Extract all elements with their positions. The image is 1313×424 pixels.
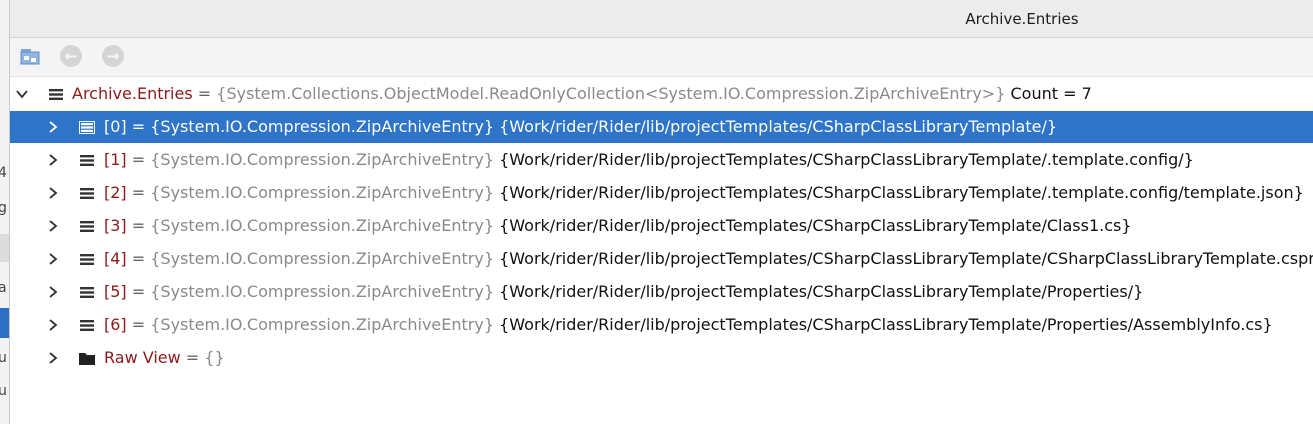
popup-title: Archive.Entries bbox=[965, 10, 1079, 28]
forward-button[interactable]: → bbox=[100, 43, 126, 69]
entry-label: [6] = {System.IO.Compression.ZipArchiveE… bbox=[104, 315, 1273, 334]
chevron-right-icon[interactable] bbox=[46, 252, 60, 266]
chevron-down-icon[interactable] bbox=[15, 87, 29, 101]
entry-label: [2] = {System.IO.Compression.ZipArchiveE… bbox=[104, 183, 1304, 202]
chevron-right-icon[interactable] bbox=[46, 120, 60, 134]
tree-entry-row[interactable]: [2] = {System.IO.Compression.ZipArchiveE… bbox=[10, 177, 1313, 209]
popup-toolbar: ← → bbox=[10, 38, 1313, 77]
entry-label: [4] = {System.IO.Compression.ZipArchiveE… bbox=[104, 249, 1313, 268]
field-icon bbox=[49, 89, 63, 100]
folder-tree-icon bbox=[20, 49, 40, 65]
field-icon bbox=[80, 221, 94, 232]
field-icon bbox=[80, 287, 94, 298]
chevron-right-icon[interactable] bbox=[46, 351, 60, 365]
field-icon bbox=[80, 155, 94, 166]
tree-entry-row[interactable]: [1] = {System.IO.Compression.ZipArchiveE… bbox=[10, 144, 1313, 176]
entry-label: [3] = {System.IO.Compression.ZipArchiveE… bbox=[104, 216, 1132, 235]
tree-entry-row[interactable]: [6] = {System.IO.Compression.ZipArchiveE… bbox=[10, 309, 1313, 341]
chevron-right-icon[interactable] bbox=[46, 153, 60, 167]
quick-watch-popup: Archive.Entries ← → Archive.Entries = {S… bbox=[9, 0, 1313, 424]
field-icon bbox=[80, 188, 94, 199]
tree-entry-row[interactable]: [5] = {System.IO.Compression.ZipArchiveE… bbox=[10, 276, 1313, 308]
tree-entry-row[interactable]: [3] = {System.IO.Compression.ZipArchiveE… bbox=[10, 210, 1313, 242]
field-icon bbox=[80, 320, 94, 331]
popup-titlebar[interactable]: Archive.Entries bbox=[10, 0, 1313, 38]
chevron-right-icon[interactable] bbox=[46, 318, 60, 332]
tree-raw-view-row[interactable]: Raw View = {} bbox=[10, 342, 1313, 374]
chevron-right-icon[interactable] bbox=[46, 219, 60, 233]
forward-icon: → bbox=[102, 45, 124, 67]
chevron-right-icon[interactable] bbox=[46, 186, 60, 200]
field-icon bbox=[80, 254, 94, 265]
tree-entry-row[interactable]: [4] = {System.IO.Compression.ZipArchiveE… bbox=[10, 243, 1313, 275]
root-label: Archive.Entries = {System.Collections.Ob… bbox=[72, 84, 1092, 103]
entry-label: [5] = {System.IO.Compression.ZipArchiveE… bbox=[104, 282, 1144, 301]
raw-view-label: Raw View = {} bbox=[104, 348, 225, 367]
back-button[interactable]: ← bbox=[58, 43, 84, 69]
folder-tree-button[interactable] bbox=[18, 43, 44, 69]
tree-entry-row[interactable]: [0] = {System.IO.Compression.ZipArchiveE… bbox=[10, 111, 1313, 143]
editor-selection bbox=[0, 308, 9, 338]
field-icon bbox=[79, 121, 95, 134]
entry-label: [1] = {System.IO.Compression.ZipArchiveE… bbox=[104, 150, 1194, 169]
editor-band bbox=[0, 234, 9, 262]
back-icon: ← bbox=[60, 45, 82, 67]
folder-icon bbox=[79, 353, 95, 365]
chevron-right-icon[interactable] bbox=[46, 285, 60, 299]
tree-root-row[interactable]: Archive.Entries = {System.Collections.Ob… bbox=[10, 78, 1313, 110]
entry-label: [0] = {System.IO.Compression.ZipArchiveE… bbox=[104, 117, 1058, 136]
